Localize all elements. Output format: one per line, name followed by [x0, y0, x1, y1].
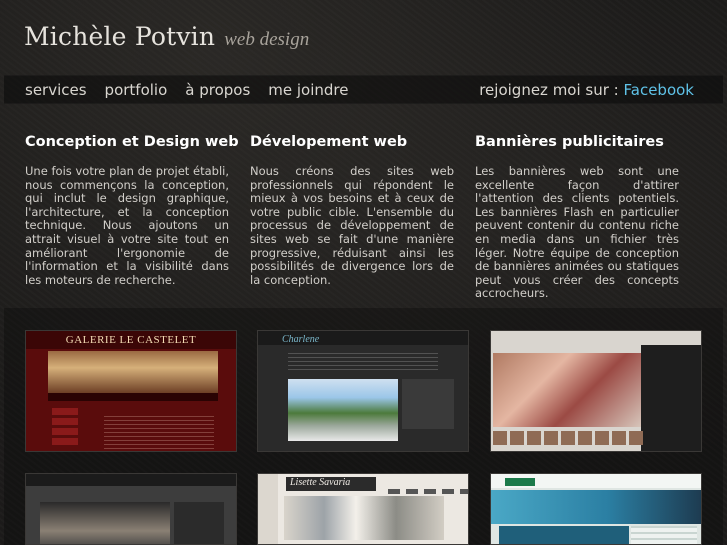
thumb-content [499, 526, 629, 544]
portfolio-thumb-3[interactable] [490, 330, 702, 452]
thumb-text [104, 416, 214, 451]
column-text: Une fois votre plan de projet établi, no… [25, 164, 229, 287]
nav-item-services[interactable]: services [25, 81, 87, 99]
thumb-menu [48, 393, 218, 401]
nav-item-portfolio[interactable]: portfolio [105, 81, 168, 99]
thumb-image [288, 379, 398, 441]
column-title: Bannières publicitaires [475, 134, 664, 150]
thumb-sidebar [52, 408, 78, 448]
portfolio-thumb-desjardins[interactable] [490, 473, 702, 545]
service-column-development: Dévelopement web Nous créons des sites w… [250, 134, 454, 287]
thumb-header [26, 474, 236, 486]
portfolio-thumb-charlene[interactable]: Charlene [257, 330, 469, 452]
column-title: Conception et Design web [25, 134, 239, 150]
thumb-image [48, 351, 218, 393]
thumb-image [40, 502, 170, 544]
site-name: Michèle Potvin [24, 22, 216, 51]
thumb-image [491, 490, 701, 524]
column-text: Nous créons des sites web professionnels… [250, 164, 454, 287]
main-navigation: services portfolio à propos me joindre r… [4, 75, 723, 104]
thumb-image [284, 496, 444, 540]
nav-item-contact[interactable]: me joindre [268, 81, 348, 99]
facebook-link[interactable]: Facebook [624, 81, 694, 99]
thumb-menu [388, 489, 468, 494]
service-column-banners: Bannières publicitaires Les bannières we… [475, 134, 679, 301]
column-text: Les bannières web sont une excellente fa… [475, 164, 679, 301]
column-title: Dévelopement web [250, 134, 408, 150]
site-logo[interactable]: Michèle Potvin web design [24, 22, 309, 51]
portfolio-thumb-castelet[interactable]: GALERIE LE CASTELET [25, 330, 237, 452]
thumb-text [288, 353, 438, 371]
thumb-title: Lisette Savaria [286, 477, 376, 491]
service-column-design: Conception et Design web Une fois votre … [25, 134, 239, 287]
thumb-sidebar [258, 474, 278, 544]
site-tagline: web design [224, 29, 310, 50]
thumb-strip [493, 431, 643, 445]
social-prefix: rejoignez moi sur : [479, 81, 619, 99]
thumb-image [493, 353, 643, 427]
thumb-panel [631, 526, 697, 544]
thumb-brand [505, 478, 535, 486]
portfolio-thumb-4[interactable] [25, 473, 237, 545]
thumb-panel [174, 502, 224, 544]
thumb-title: GALERIE LE CASTELET [26, 331, 236, 349]
portfolio-thumb-savaria[interactable]: Lisette Savaria [257, 473, 469, 545]
social-block: rejoignez moi sur : Facebook [479, 81, 694, 99]
thumb-title: Charlene [282, 334, 320, 345]
thumb-panel [402, 379, 454, 429]
thumb-panel [641, 345, 701, 451]
nav-item-about[interactable]: à propos [185, 81, 250, 99]
nav-links: services portfolio à propos me joindre [25, 81, 367, 99]
